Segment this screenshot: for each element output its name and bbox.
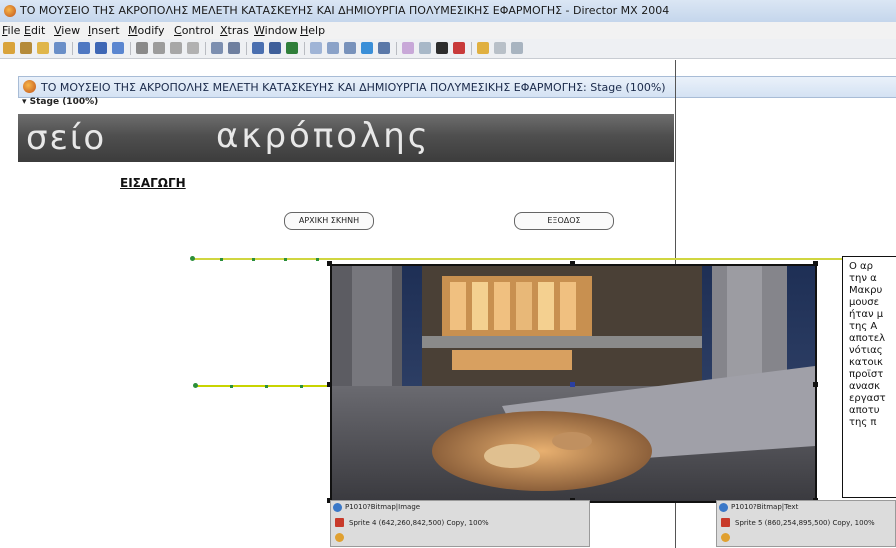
text-line: Μακρυ	[849, 285, 883, 296]
menu-edit[interactable]: Edit	[24, 24, 45, 37]
text-line: προϊστ	[849, 369, 884, 380]
undo-icon[interactable]	[136, 42, 148, 54]
copy-icon[interactable]	[170, 42, 182, 54]
text-line: αποτυ	[849, 405, 880, 416]
window-title: ΤΟ ΜΟΥΣΕΙΟ ΤΗΣ ΑΚΡΟΠΟΛΗΣ ΜΕΛΕΤΗ ΚΑΤΑΣΚΕΥ…	[20, 4, 670, 17]
menu-view[interactable]: View	[54, 24, 80, 37]
menu-xtras[interactable]: Xtras	[220, 24, 249, 37]
path-tick	[300, 385, 303, 388]
paint-icon[interactable]	[402, 42, 414, 54]
menu-file[interactable]: File	[2, 24, 20, 37]
banner-image[interactable]: σείο ακρόπολης	[18, 114, 674, 162]
registration-point-handle[interactable]	[570, 382, 575, 387]
text-line: ανασκ	[849, 381, 881, 392]
text-line: μουσε	[849, 297, 880, 308]
score-window-icon[interactable]	[344, 42, 356, 54]
motion-path-top[interactable]	[193, 258, 843, 260]
resize-handle[interactable]	[813, 261, 818, 266]
open-icon[interactable]	[37, 42, 49, 54]
sprite-info-icon	[721, 518, 730, 527]
text-line: Ο αρ	[849, 261, 873, 272]
sprite-info-icon	[335, 518, 344, 527]
new-movie-icon[interactable]	[3, 42, 15, 54]
path-tick	[230, 385, 233, 388]
banner-word-museum: σείο	[26, 118, 107, 158]
sprite-overlay-5[interactable]: P1010?Bitmap|Text Sprite 5 (860,254,895,…	[716, 500, 896, 547]
message-icon[interactable]	[477, 42, 489, 54]
resize-handle[interactable]	[813, 382, 818, 387]
text-line: της Α	[849, 321, 878, 332]
motion-path-mid-start-handle[interactable]	[193, 383, 198, 388]
path-tick	[252, 258, 255, 261]
exit-button[interactable]: ΕΞΟΔΟΣ	[514, 212, 614, 230]
stage-window-header[interactable]: ΤΟ ΜΟΥΣΕΙΟ ΤΗΣ ΑΚΡΟΠΟΛΗΣ ΜΕΛΕΤΗ ΚΑΤΑΣΚΕΥ…	[18, 76, 896, 98]
markers-icon[interactable]	[511, 42, 523, 54]
resize-handle[interactable]	[327, 261, 332, 266]
text-line: την α	[849, 273, 877, 284]
text-line: της π	[849, 417, 877, 428]
sprite-info: Sprite 4 (642,260,842,500) Copy, 100%	[349, 519, 489, 527]
shockwave-icon[interactable]	[453, 42, 465, 54]
director-app-icon	[4, 5, 16, 17]
stage-zoom-label[interactable]: ▾ Stage (100%)	[22, 97, 98, 107]
new-cast-icon[interactable]	[20, 42, 32, 54]
text-line: κατοικ	[849, 357, 883, 368]
resize-handle[interactable]	[570, 261, 575, 266]
sprite-cast-icon	[719, 503, 728, 512]
main-toolbar	[0, 39, 896, 59]
window-title-bar[interactable]: ΤΟ ΜΟΥΣΕΙΟ ΤΗΣ ΑΚΡΟΠΟΛΗΣ ΜΕΛΕΤΗ ΚΑΤΑΣΚΕΥ…	[0, 0, 896, 23]
path-tick	[284, 258, 287, 261]
behavior-icon[interactable]	[494, 42, 506, 54]
rewind-icon[interactable]	[252, 42, 264, 54]
import-icon[interactable]	[54, 42, 66, 54]
publish-icon[interactable]	[112, 42, 124, 54]
find-icon[interactable]	[211, 42, 223, 54]
text-line: νότιας	[849, 345, 883, 356]
text-line: ήταν μ	[849, 309, 884, 320]
home-scene-button[interactable]: ΑΡΧΙΚΗ ΣΚΗΝΗ	[284, 212, 374, 230]
menu-modify[interactable]: Modify	[128, 24, 164, 37]
sprite-behavior-icon	[335, 533, 344, 542]
motion-path-start-handle[interactable]	[190, 256, 195, 261]
description-text-sprite[interactable]: Ο αρ την α Μακρυ μουσε ήταν μ της Α αποτ…	[842, 256, 896, 498]
stage-window-title: ΤΟ ΜΟΥΣΕΙΟ ΤΗΣ ΑΚΡΟΠΟΛΗΣ ΜΕΛΕΤΗ ΚΑΤΑΣΚΕΥ…	[41, 81, 666, 94]
sprite-info: Sprite 5 (860,254,895,500) Copy, 100%	[735, 519, 875, 527]
save-all-icon[interactable]	[95, 42, 107, 54]
resize-handle[interactable]	[327, 382, 332, 387]
cast-window-icon[interactable]	[327, 42, 339, 54]
text-line: εργαστ	[849, 393, 886, 404]
path-tick	[220, 258, 223, 261]
sprite-overlay-4[interactable]: P1010?Bitmap|Image Sprite 4 (642,260,842…	[330, 500, 590, 547]
path-tick	[265, 385, 268, 388]
text-line: αποτελ	[849, 333, 886, 344]
cut-icon[interactable]	[153, 42, 165, 54]
play-icon[interactable]	[286, 42, 298, 54]
menu-insert[interactable]: Insert	[88, 24, 120, 37]
stop-icon[interactable]	[269, 42, 281, 54]
path-tick	[316, 258, 319, 261]
menu-bar: File Edit View Insert Modify Control Xtr…	[0, 22, 896, 39]
library-icon[interactable]	[378, 42, 390, 54]
menu-window[interactable]: Window	[254, 24, 297, 37]
script-icon[interactable]	[228, 42, 240, 54]
intro-heading[interactable]: ΕΙΣΑΓΩΓΗ	[120, 176, 186, 190]
sprite-behavior-icon	[721, 533, 730, 542]
stage-app-icon	[23, 80, 36, 93]
stage-window-icon[interactable]	[310, 42, 322, 54]
save-icon[interactable]	[78, 42, 90, 54]
sprite-cast-icon	[333, 503, 342, 512]
property-inspector-icon[interactable]	[361, 42, 373, 54]
menu-help[interactable]: Help	[300, 24, 325, 37]
paste-icon[interactable]	[187, 42, 199, 54]
sprite-cast-name: P1010?Bitmap|Image	[345, 503, 421, 511]
sprite-cast-name: P1010?Bitmap|Text	[731, 503, 799, 511]
banner-word-acropolis: ακρόπολης	[216, 116, 431, 156]
vector-icon[interactable]	[419, 42, 431, 54]
menu-control[interactable]: Control	[174, 24, 214, 37]
text-icon[interactable]	[436, 42, 448, 54]
